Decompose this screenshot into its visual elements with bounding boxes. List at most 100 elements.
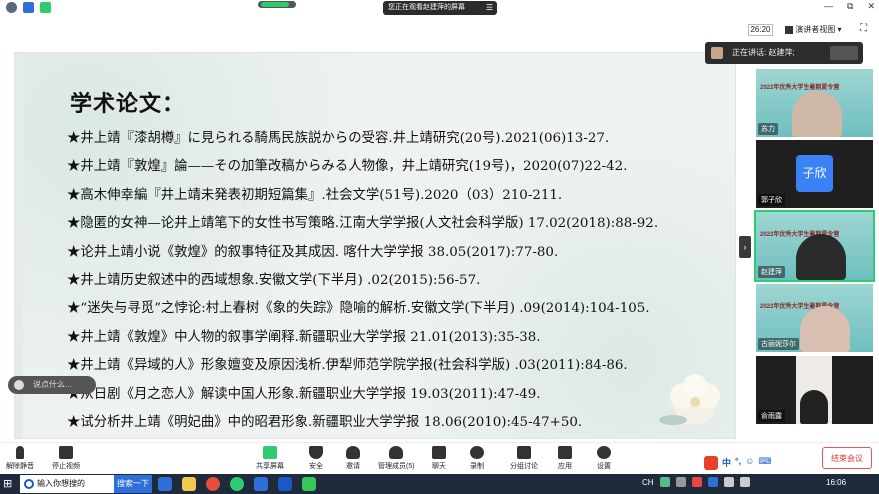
comment-input[interactable]: 说点什么... — [8, 376, 96, 394]
participant-name: 古丽妮莎尔 — [758, 338, 799, 350]
settings-button[interactable]: 设置 — [597, 446, 611, 471]
participants-icon — [389, 446, 404, 459]
record-button[interactable]: 录制 — [470, 446, 484, 471]
emoji-icon[interactable] — [14, 380, 24, 390]
speaker-avatar — [711, 47, 723, 59]
minimize-icon[interactable]: — — [824, 1, 833, 12]
participant-tile-active[interactable]: 2022年优秀大学生暑期夏令营 赵建萍 — [754, 210, 875, 282]
word-icon[interactable] — [278, 477, 292, 491]
taskbar-search-input[interactable]: 输入你想搜的 — [20, 475, 114, 493]
system-tray: CH — [642, 477, 750, 487]
participant-video — [800, 390, 828, 424]
video-button[interactable]: 停止视频 — [52, 446, 80, 471]
reference-item: ★“迷失与寻觅”之悖论:村上春树《象的失踪》隐喻的解析.安徽文学(下半月) .0… — [67, 301, 650, 317]
reference-item: ★井上靖《异域的人》形象嬗变及原因浅析.伊犁师范学院学报(社会科学版) .03(… — [67, 358, 628, 374]
taskbar-clock[interactable]: 16:06 — [826, 478, 846, 487]
collapse-panel-handle[interactable]: › — [739, 236, 751, 258]
share-banner-text: 您正在观看赵建萍的屏幕 — [388, 4, 465, 11]
top-bar: 您正在观看赵建萍的屏幕 ☰ — ⧉ ✕ 26:20 演讲者视图 ▾ ⛶ — [0, 0, 879, 44]
participant-tile[interactable]: 2022年优秀大学生暑期夏令营 古丽妮莎尔 — [756, 284, 873, 352]
shield-icon — [309, 446, 323, 459]
gear-icon — [597, 446, 611, 459]
reference-item: ★井上靖『敦煌』論——その加筆改稿からみる人物像，井上靖研究(19号)，2020… — [67, 159, 628, 175]
slide-title: 学术论文： — [70, 91, 186, 117]
search-button[interactable]: 搜索一下 — [114, 475, 152, 493]
participant-name: 郭子欣 — [758, 194, 785, 206]
view-label: 演讲者视图 — [795, 25, 836, 34]
speaker-controls[interactable] — [830, 46, 858, 60]
close-icon[interactable]: ✕ — [867, 1, 875, 12]
sogou-icon[interactable] — [704, 456, 718, 470]
video-camera-icon — [59, 446, 73, 459]
layout-icon — [785, 25, 793, 34]
reference-item: ★试分析井上靖《明妃曲》中的昭君形象.新疆职业大学学报 18.06(2010):… — [67, 414, 583, 430]
participant-tile[interactable]: 俞雨露 — [756, 356, 873, 424]
participant-avatar: 子欣 — [796, 155, 833, 192]
apps-icon — [558, 446, 572, 459]
status-icons — [6, 2, 51, 13]
search-icon — [24, 479, 34, 489]
record-icon — [470, 446, 484, 459]
view-switch-button[interactable]: 演讲者视图 ▾ — [785, 23, 855, 36]
share-indicator[interactable] — [258, 1, 296, 8]
folder-icon[interactable] — [182, 477, 196, 491]
tray-icon[interactable] — [675, 477, 686, 487]
pinned-apps — [158, 477, 316, 491]
reference-item: ★井上靖《敦煌》中人物的叙事学阐释.新疆职业大学学报 21.01(2013):3… — [67, 329, 541, 345]
chat-button[interactable]: 聊天 — [432, 446, 446, 471]
tray-icon[interactable] — [691, 477, 702, 487]
lang-indicator[interactable]: CH — [642, 478, 654, 487]
apps-button[interactable]: 应用 — [558, 446, 572, 471]
reference-item: ★井上靖历史叙述中的西域想象.安徽文学(下半月) .02(2015):56-57… — [67, 272, 481, 288]
ime-char[interactable]: °, — [735, 456, 741, 470]
invite-icon — [346, 446, 360, 459]
menu-icon[interactable]: ☰ — [486, 1, 493, 15]
microphone-muted-icon — [16, 446, 24, 459]
chrome-icon[interactable] — [206, 477, 220, 491]
reference-item: ★隐匿的女神—论井上靖笔下的女性书写策略.江南大学学报(人文社会科学版) 17.… — [67, 216, 659, 232]
participant-tile[interactable]: 子欣 郭子欣 — [756, 140, 873, 208]
end-meeting-button[interactable]: 结束会议 — [822, 447, 872, 469]
ime-char[interactable]: ⌨ — [758, 456, 771, 470]
window-controls: — ⧉ ✕ — [824, 1, 875, 12]
flower-decoration — [659, 374, 720, 425]
signal-icon[interactable] — [40, 2, 51, 13]
meeting-app-icon[interactable] — [254, 477, 268, 491]
info-icon[interactable] — [6, 2, 17, 13]
search-placeholder: 输入你想搜的 — [37, 479, 85, 488]
bluetooth-icon[interactable] — [707, 477, 718, 487]
reference-item: ★从日剧《月之恋人》解读中国人形象.新疆职业大学学报 19.03(2011):4… — [67, 386, 541, 402]
share-banner[interactable]: 您正在观看赵建萍的屏幕 ☰ — [383, 1, 497, 15]
ime-toolbar[interactable]: 中 °, ☺ ⌨ — [704, 456, 771, 470]
reference-item: ★高木伸幸編『井上靖未発表初期短篇集』.社会文学(51号).2020（03）21… — [67, 187, 563, 203]
reference-list: ★井上靖『漆胡樽』に見られる騎馬民族説からの受容.井上靖研究(20号).2021… — [67, 125, 737, 437]
shield-icon[interactable] — [23, 2, 34, 13]
mute-button[interactable]: 解除静音 — [6, 446, 34, 471]
shared-slide: 学术论文： ★井上靖『漆胡樽』に見られる騎馬民族説からの受容.井上靖研究(20号… — [14, 52, 736, 439]
comment-placeholder: 说点什么... — [33, 380, 72, 389]
volume-icon[interactable] — [723, 477, 734, 487]
chat-icon — [432, 446, 446, 459]
meeting-timer: 26:20 — [748, 24, 773, 36]
security-button[interactable]: 安全 — [309, 446, 323, 471]
restore-icon[interactable]: ⧉ — [847, 1, 853, 12]
participant-video — [796, 234, 846, 280]
tray-icon[interactable] — [659, 477, 670, 487]
breakout-button[interactable]: 分组讨论 — [510, 446, 538, 471]
reference-item: ★论井上靖小说《敦煌》的叙事特征及其成因. 喀什大学学报 38.05(2017)… — [67, 244, 559, 260]
network-icon[interactable] — [739, 477, 750, 487]
ime-char[interactable]: ☺ — [745, 456, 754, 470]
participant-name: 苏力 — [758, 123, 778, 135]
share-screen-button[interactable]: 共享屏幕 — [256, 446, 284, 471]
chat-app-icon[interactable] — [302, 477, 316, 491]
participants-button[interactable]: 管理成员(5) — [378, 446, 415, 471]
breakout-icon — [517, 446, 531, 459]
windows-start-icon[interactable]: ⊞ — [3, 477, 17, 491]
invite-button[interactable]: 邀请 — [346, 446, 360, 471]
reference-item: ★井上靖『漆胡樽』に見られる騎馬民族説からの受容.井上靖研究(20号).2021… — [67, 131, 610, 146]
ime-char[interactable]: 中 — [722, 456, 731, 470]
wechat-icon[interactable] — [230, 477, 244, 491]
participant-tile[interactable]: 2022年优秀大学生暑期夏令营 苏力 — [756, 69, 873, 137]
fullscreen-icon[interactable]: ⛶ — [860, 23, 867, 34]
browser-icon[interactable] — [158, 477, 172, 491]
